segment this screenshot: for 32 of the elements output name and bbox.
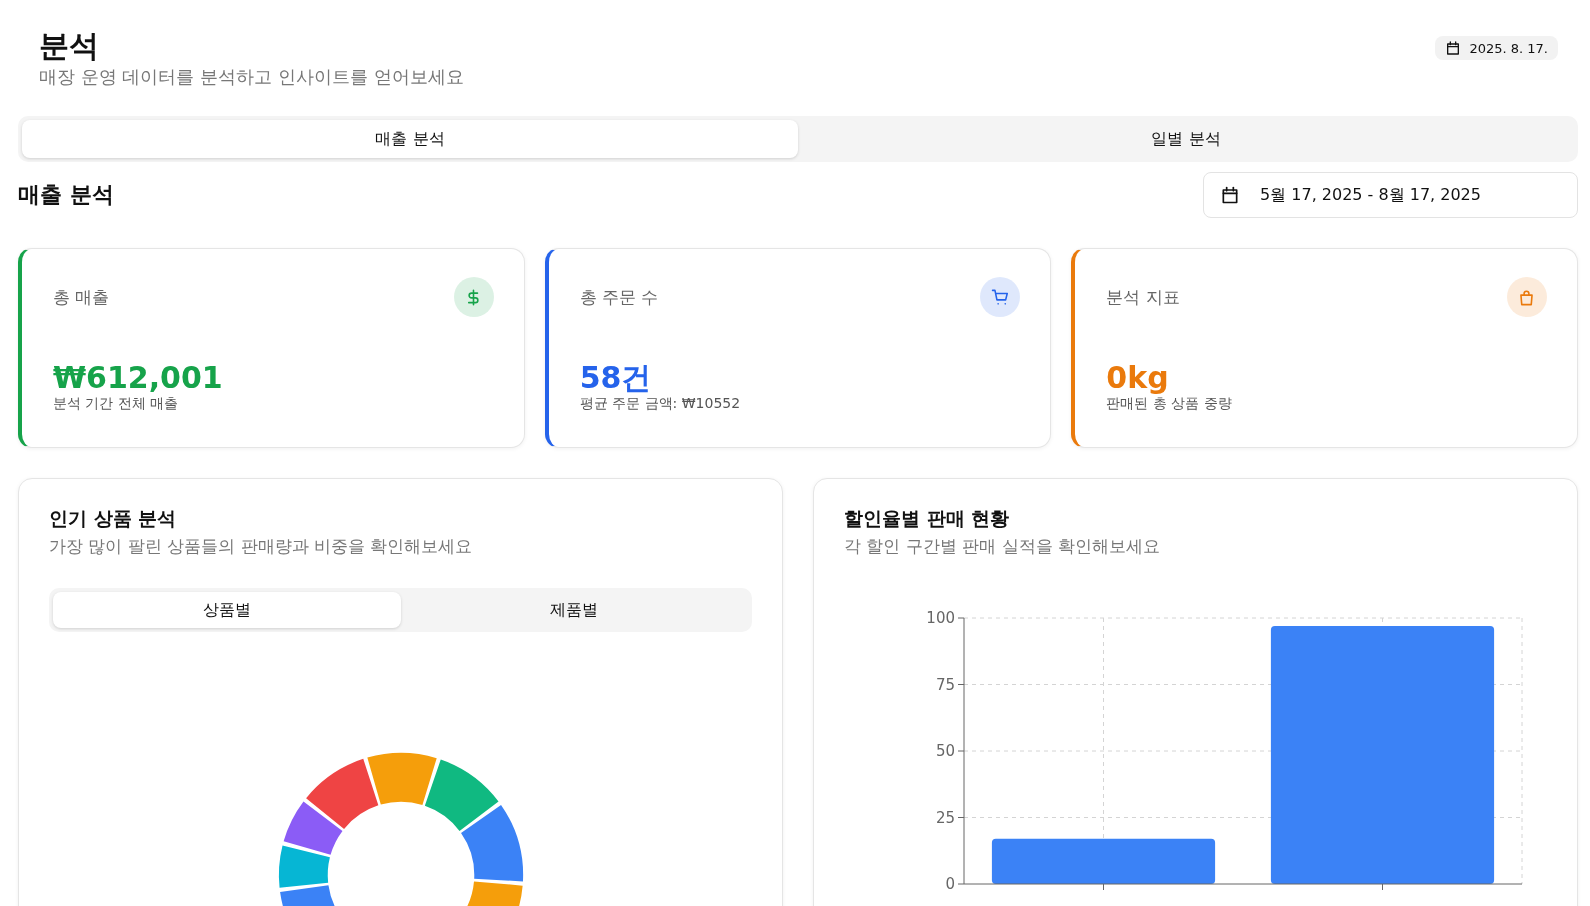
- stat-caption: 분석 기간 전체 매출: [53, 395, 180, 413]
- cart-icon: [990, 287, 1010, 307]
- date-range-picker[interactable]: 5월 17, 2025 - 8월 17, 2025: [1203, 172, 1578, 218]
- stat-label: 총 매출: [53, 285, 110, 309]
- donut-slice: [283, 801, 342, 855]
- panel-subtitle: 각 할인 구간별 판매 실적을 확인해보세요: [844, 535, 1162, 558]
- stat-label: 분석 지표: [1106, 285, 1180, 309]
- stat-label: 총 주문 수: [579, 285, 659, 309]
- donut-slice: [366, 753, 437, 805]
- tab[interactable]: 매출 분석: [22, 120, 798, 158]
- tab[interactable]: 제품별: [400, 592, 748, 628]
- calendar-icon: [1445, 40, 1462, 56]
- calendar-icon: [1220, 185, 1240, 205]
- axis-tick-label: 25: [935, 808, 955, 827]
- axis-tick-label: 75: [935, 675, 955, 694]
- stat-value: 0kg: [1106, 361, 1170, 395]
- tab[interactable]: 일별 분석: [798, 120, 1574, 158]
- stat-value: 58건: [579, 361, 653, 395]
- page-title: 분석: [39, 27, 100, 65]
- axis-tick-label: 50: [935, 742, 955, 760]
- axis-tick-label: 100: [926, 609, 955, 627]
- date-text: 2025. 8. 17.: [1469, 40, 1548, 56]
- panel-title: 인기 상품 분석: [49, 506, 178, 531]
- tab[interactable]: 상품별: [53, 592, 401, 628]
- page-subtitle: 매장 운영 데이터를 분석하고 인사이트를 얻어보세요: [39, 65, 464, 89]
- panel-subtitle: 가장 많이 팔린 상품들의 판매량과 비중을 확인해보세요: [49, 535, 474, 558]
- stat-caption: 평균 주문 금액: ₩10552: [579, 395, 742, 413]
- axis-tick-label: 0: [945, 875, 955, 893]
- stat-value: ₩612,001: [53, 361, 224, 395]
- panel-title: 할인율별 판매 현황: [844, 506, 1011, 531]
- section-title: 매출 분석: [18, 181, 114, 209]
- stat-caption: 판매된 총 상품 중량: [1106, 395, 1233, 413]
